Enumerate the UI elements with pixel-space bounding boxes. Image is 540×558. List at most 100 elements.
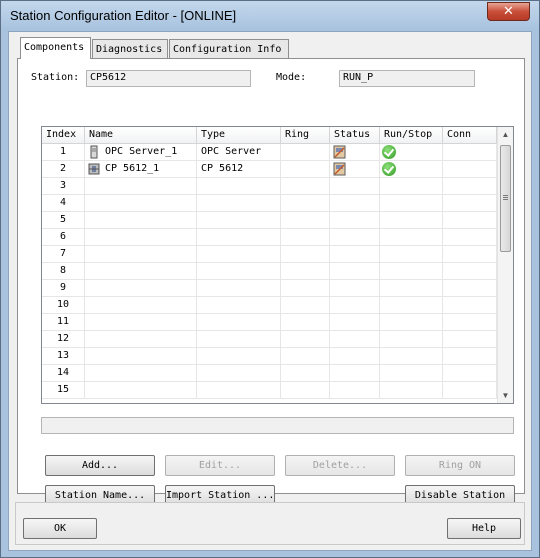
running-check-icon <box>382 145 396 159</box>
close-button[interactable]: ✕ <box>487 2 530 21</box>
add-button[interactable]: Add... <box>45 455 155 476</box>
row-index: 14 <box>42 365 85 381</box>
row-status-cell <box>330 314 380 330</box>
table-row[interactable]: 11 <box>42 314 497 331</box>
table-row[interactable]: 14 <box>42 365 497 382</box>
table-row[interactable]: 13 <box>42 348 497 365</box>
row-ring <box>281 382 330 398</box>
station-field: CP5612 <box>86 70 251 87</box>
row-run-stop-cell <box>380 297 443 313</box>
row-ring <box>281 263 330 279</box>
row-conn <box>443 331 497 347</box>
scroll-thumb[interactable] <box>500 145 511 252</box>
ok-button[interactable]: OK <box>23 518 97 539</box>
row-ring <box>281 365 330 381</box>
column-header-status[interactable]: Status <box>330 127 380 144</box>
title-bar[interactable]: Station Configuration Editor - [ONLINE] … <box>1 1 539 31</box>
table-row[interactable]: 8 <box>42 263 497 280</box>
column-header-name[interactable]: Name <box>85 127 197 144</box>
edit-button[interactable]: Edit... <box>165 455 275 476</box>
table-row[interactable]: 15 <box>42 382 497 399</box>
client-area: Components Diagnostics Configuration Inf… <box>8 31 532 551</box>
table-row[interactable]: 4 <box>42 195 497 212</box>
ring-on-button[interactable]: Ring ON <box>405 455 515 476</box>
row-run-stop-cell <box>380 382 443 398</box>
row-ring <box>281 212 330 228</box>
row-run-stop-cell <box>380 178 443 194</box>
row-run-stop-cell <box>380 161 443 177</box>
row-conn <box>443 195 497 211</box>
row-name-cell <box>85 297 197 313</box>
scroll-down-arrow-icon[interactable]: ▼ <box>501 391 510 400</box>
row-conn <box>443 212 497 228</box>
row-ring <box>281 246 330 262</box>
scroll-up-arrow-icon[interactable]: ▲ <box>501 130 510 139</box>
table-row[interactable]: 9 <box>42 280 497 297</box>
row-index: 11 <box>42 314 85 330</box>
row-conn <box>443 246 497 262</box>
station-configuration-editor-window: Station Configuration Editor - [ONLINE] … <box>0 0 540 558</box>
row-conn <box>443 382 497 398</box>
mode-label: Mode: <box>276 72 307 83</box>
row-status-cell <box>330 212 380 228</box>
table-row[interactable]: 1 OPC Server_1 OPC Server <box>42 144 497 161</box>
table-row[interactable]: 2 CP 5612_1 CP 5612 <box>42 161 497 178</box>
row-type <box>197 178 281 194</box>
row-ring <box>281 161 330 177</box>
row-index: 5 <box>42 212 85 228</box>
row-conn <box>443 348 497 364</box>
components-panel: Station: CP5612 Mode: RUN_P Index Name T… <box>17 58 525 506</box>
tab-components[interactable]: Components <box>20 37 91 59</box>
row-ring <box>281 195 330 211</box>
row-status-cell <box>330 365 380 381</box>
column-header-index[interactable]: Index <box>42 127 85 144</box>
row-index: 4 <box>42 195 85 211</box>
row-ring <box>281 331 330 347</box>
row-name-cell <box>85 195 197 211</box>
tab-configuration-info[interactable]: Configuration Info <box>169 39 289 59</box>
column-header-type[interactable]: Type <box>197 127 281 144</box>
vertical-scrollbar[interactable]: ▲ ▼ <box>497 127 513 403</box>
table-row[interactable]: 6 <box>42 229 497 246</box>
table-row[interactable]: 3 <box>42 178 497 195</box>
row-status-cell <box>330 331 380 347</box>
row-run-stop-cell <box>380 195 443 211</box>
row-index: 3 <box>42 178 85 194</box>
row-conn <box>443 314 497 330</box>
row-index: 10 <box>42 297 85 313</box>
table-row[interactable]: 5 <box>42 212 497 229</box>
row-name-cell <box>85 348 197 364</box>
status-station-icon <box>333 145 346 159</box>
row-type <box>197 331 281 347</box>
row-name-cell <box>85 280 197 296</box>
column-header-run-stop[interactable]: Run/Stop <box>380 127 443 144</box>
delete-button[interactable]: Delete... <box>285 455 395 476</box>
row-ring <box>281 178 330 194</box>
help-button[interactable]: Help <box>447 518 521 539</box>
row-name-cell <box>85 365 197 381</box>
running-check-icon <box>382 162 396 176</box>
column-header-ring[interactable]: Ring <box>281 127 330 144</box>
row-name-cell <box>85 212 197 228</box>
row-type <box>197 365 281 381</box>
row-run-stop-cell <box>380 314 443 330</box>
row-conn <box>443 263 497 279</box>
table-row[interactable]: 10 <box>42 297 497 314</box>
opc-server-icon <box>88 145 100 159</box>
status-field <box>41 417 514 434</box>
row-status-cell <box>330 144 380 160</box>
row-name-cell <box>85 382 197 398</box>
row-index: 7 <box>42 246 85 262</box>
table-row[interactable]: 7 <box>42 246 497 263</box>
row-type <box>197 212 281 228</box>
row-name-cell: OPC Server_1 <box>85 144 197 160</box>
row-name: OPC Server_1 <box>105 146 178 157</box>
row-status-cell <box>330 382 380 398</box>
components-table[interactable]: Index Name Type Ring Status Run/Stop Con… <box>41 126 514 404</box>
row-type <box>197 195 281 211</box>
mode-field: RUN_P <box>339 70 475 87</box>
column-header-conn[interactable]: Conn <box>443 127 497 144</box>
table-row[interactable]: 12 <box>42 331 497 348</box>
tab-diagnostics[interactable]: Diagnostics <box>92 39 168 59</box>
row-conn <box>443 161 497 177</box>
